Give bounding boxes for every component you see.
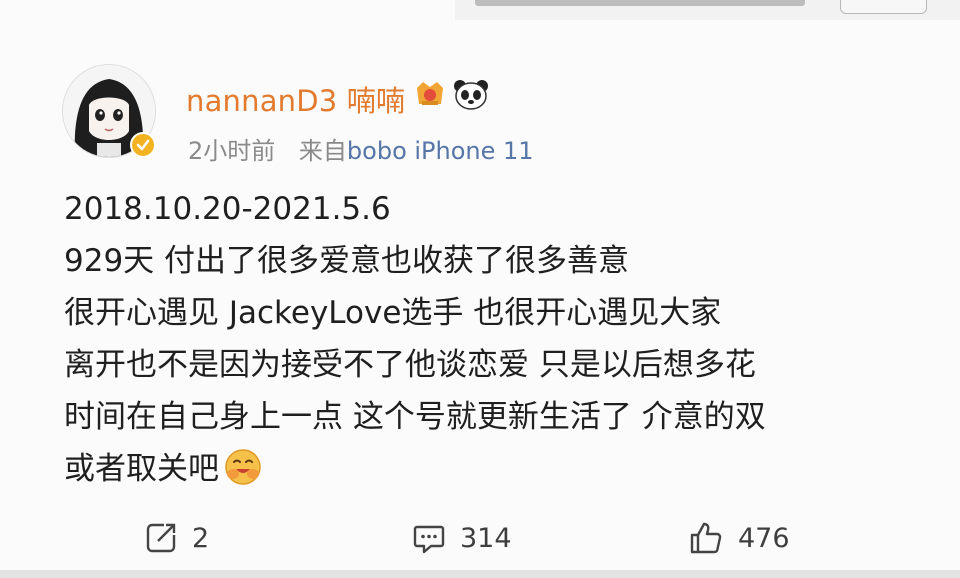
repost-button[interactable]: 2	[144, 520, 209, 556]
like-button[interactable]: 476	[688, 520, 790, 556]
repost-icon	[146, 523, 176, 553]
hug-emoji-icon	[223, 447, 263, 487]
post-actions: 2 314 476	[0, 508, 960, 568]
post-line: 离开也不是因为接受不了他谈恋爱 只是以后想多花	[64, 347, 756, 383]
cutoff-text-bar	[475, 0, 805, 6]
post-line: 2018.10.20-2021.5.6	[64, 191, 391, 227]
post-line: 或者取关吧	[64, 451, 219, 487]
verified-badge-icon	[130, 132, 156, 158]
post-line-last: 或者取关吧	[64, 443, 924, 495]
post-content: 2018.10.20-2021.5.6 929天 付出了很多爱意也收获了很多善意…	[64, 183, 924, 495]
thumbs-up-icon	[690, 522, 722, 554]
weibo-post-card: nannanD3 喃喃 2小时前 来自bobo iPhone 11 2018.1…	[0, 0, 960, 578]
comment-button[interactable]: 314	[412, 520, 512, 556]
post-line: 很开心遇见 JackeyLove选手 也很开心遇见大家	[64, 295, 722, 331]
post-line: 时间在自己身上一点 这个号就更新生活了 介意的双	[64, 399, 766, 435]
panda-icon[interactable]	[453, 78, 489, 110]
post-device[interactable]: bobo iPhone 11	[347, 137, 534, 165]
top-cutoff-strip	[455, 0, 960, 20]
like-count: 476	[738, 522, 790, 554]
repost-count: 2	[192, 522, 210, 554]
post-line: 929天 付出了很多爱意也收获了很多善意	[64, 243, 630, 279]
author-name[interactable]: nannanD3 喃喃	[186, 78, 405, 120]
card-bottom-edge	[0, 570, 960, 578]
comment-icon	[413, 525, 445, 554]
post-source-prefix: 来自	[298, 137, 347, 165]
cutoff-button[interactable]	[840, 0, 927, 14]
post-time: 2小时前	[188, 137, 276, 165]
vip-level-icon[interactable]	[413, 76, 447, 110]
post-meta: 2小时前 来自bobo iPhone 11	[188, 131, 534, 166]
comment-count: 314	[460, 522, 512, 554]
